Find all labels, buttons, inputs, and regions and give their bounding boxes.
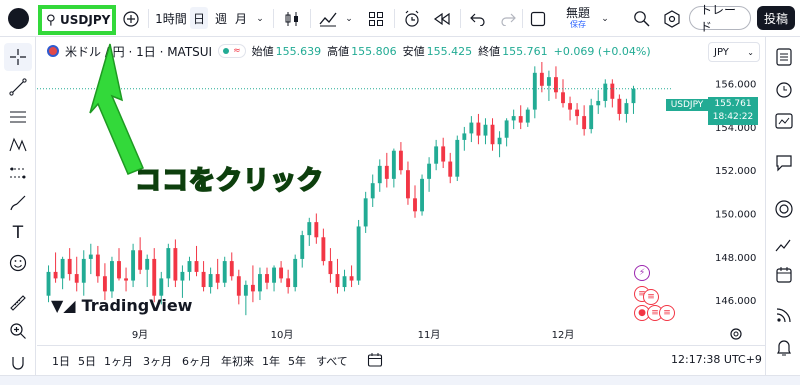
ideas-button[interactable] [770, 231, 798, 259]
range-5y[interactable]: 5年 [288, 353, 306, 369]
range-1y[interactable]: 1年 [262, 353, 280, 369]
range-1m[interactable]: 1ヶ月 [104, 353, 133, 369]
range-5d[interactable]: 5日 [78, 353, 96, 369]
range-all[interactable]: すべて [316, 353, 348, 369]
alarm-clock-icon [776, 82, 792, 98]
bottom-toolbar: 1日 5日 1ヶ月 3ヶ月 6ヶ月 年初来 1年 5年 すべて 12:17:38… [37, 345, 765, 375]
clock-timezone[interactable]: 12:17:38 UTC+9 [671, 353, 762, 366]
annotation-arrow [89, 43, 144, 175]
stream-button[interactable] [770, 301, 798, 329]
green-arrow-icon [89, 43, 144, 175]
calendar-button[interactable] [770, 261, 798, 289]
range-3m[interactable]: 3ヶ月 [143, 353, 172, 369]
calendar-icon [776, 267, 792, 283]
data-window-button[interactable] [770, 107, 798, 135]
chat-button[interactable] [770, 149, 798, 177]
range-6m[interactable]: 6ヶ月 [182, 353, 211, 369]
target-button[interactable] [770, 195, 798, 223]
notifications-button[interactable] [770, 333, 798, 361]
target-icon [775, 200, 793, 218]
date-range-icon[interactable] [367, 352, 383, 368]
alerts-panel-button[interactable] [770, 75, 798, 103]
broadcast-icon [776, 308, 791, 323]
bottom-strip [0, 375, 800, 385]
list-icon [776, 48, 792, 66]
data-window-icon [775, 113, 793, 129]
ideas-icon [775, 239, 791, 252]
range-1d[interactable]: 1日 [52, 353, 70, 369]
range-ytd[interactable]: 年初来 [221, 353, 254, 369]
right-toolbar [765, 37, 800, 385]
chat-icon [776, 155, 792, 172]
watchlist-button[interactable] [770, 43, 798, 71]
bell-icon [777, 340, 791, 356]
